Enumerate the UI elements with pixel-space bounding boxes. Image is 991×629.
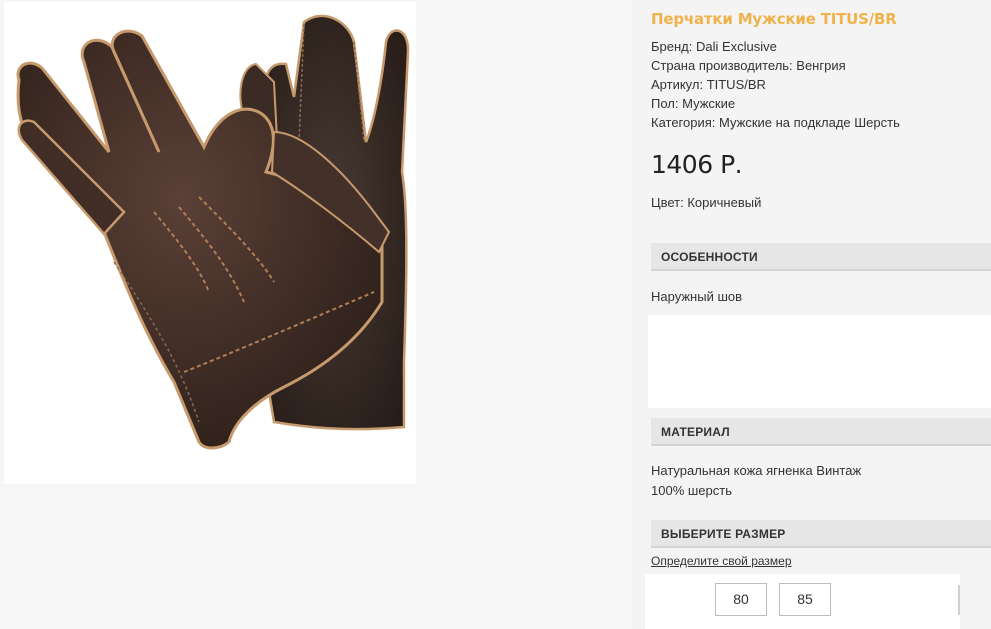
- features-header[interactable]: ОСОБЕННОСТИ: [651, 243, 991, 271]
- features-blank-panel: [648, 315, 991, 408]
- prop-category: Категория: Мужские на подкладе Шерсть: [651, 115, 900, 130]
- scroll-indicator[interactable]: [958, 585, 960, 615]
- prop-article: Артикул: TITUS/BR: [651, 77, 766, 92]
- product-title: Перчатки Мужские TITUS/BR: [651, 10, 897, 28]
- product-image-area: [0, 0, 632, 629]
- size-option-80[interactable]: 80: [715, 583, 767, 616]
- product-photo[interactable]: [4, 2, 416, 484]
- product-page: Перчатки Мужские TITUS/BR Бренд: Dali Ex…: [0, 0, 991, 629]
- prop-country: Страна производитель: Венгрия: [651, 58, 846, 73]
- features-text: Наружный шов: [651, 289, 743, 304]
- product-properties: Бренд: Dali Exclusive Страна производите…: [651, 37, 900, 132]
- prop-gender: Пол: Мужские: [651, 96, 736, 111]
- size-header[interactable]: ВЫБЕРИТЕ РАЗМЕР: [651, 520, 991, 548]
- material-line-1: Натуральная кожа ягненка Винтаж: [651, 463, 862, 478]
- material-heading: МАТЕРИАЛ: [661, 425, 730, 439]
- size-heading: ВЫБЕРИТЕ РАЗМЕР: [661, 527, 786, 541]
- gloves-illustration: [16, 14, 410, 450]
- size-guide-link[interactable]: Определите свой размер: [651, 554, 792, 568]
- material-line-2: 100% шерсть: [651, 483, 732, 498]
- size-option-85[interactable]: 85: [779, 583, 831, 616]
- product-price: 1406 Р.: [651, 150, 743, 179]
- material-header[interactable]: МАТЕРИАЛ: [651, 418, 991, 446]
- features-heading: ОСОБЕННОСТИ: [661, 250, 758, 264]
- prop-brand: Бренд: Dali Exclusive: [651, 39, 777, 54]
- product-color: Цвет: Коричневый: [651, 195, 762, 210]
